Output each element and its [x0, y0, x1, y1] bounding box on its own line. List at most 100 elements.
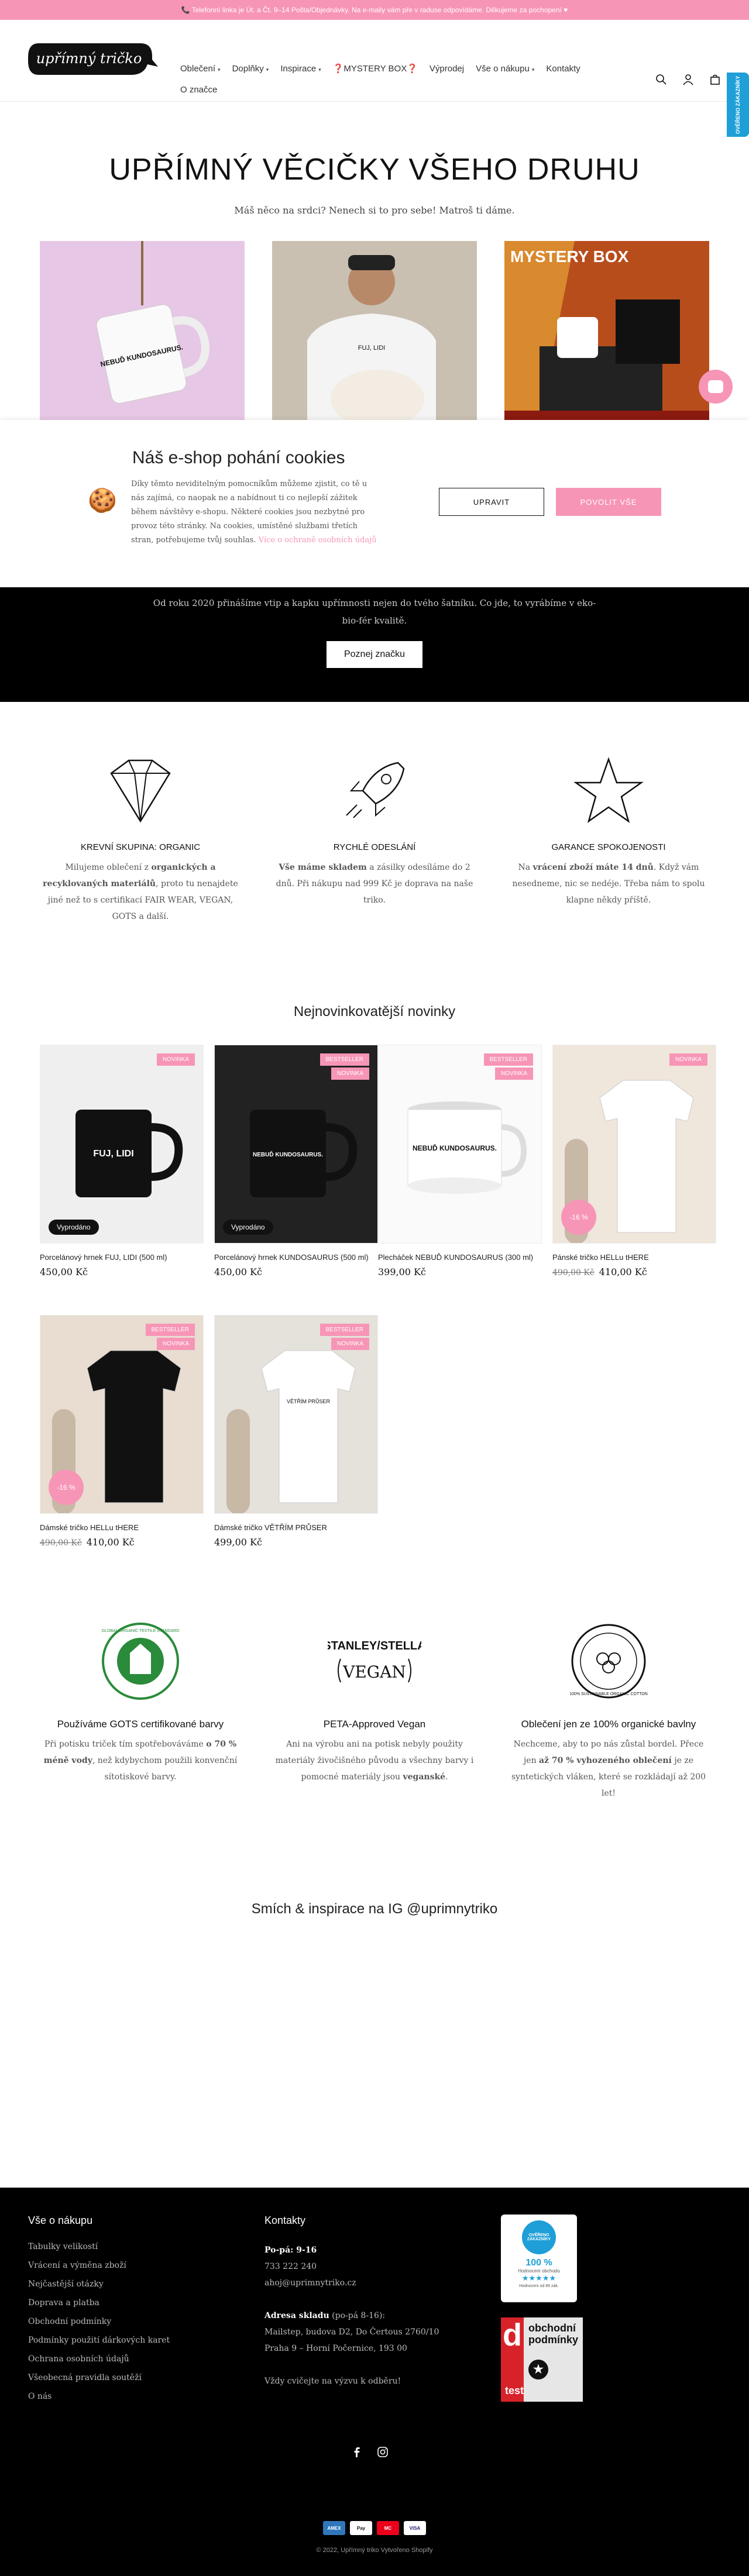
hero-image-mug[interactable]: NEBUĎ KUNDOSAURUS. — [40, 241, 245, 420]
footer-link[interactable]: Tabulky velikostí — [28, 2242, 170, 2251]
payment-icon: MC — [377, 2521, 399, 2535]
social-links — [351, 2446, 389, 2460]
feature-guarantee: GARANCE SPOKOJENOSTI Na vrácení zboží má… — [509, 750, 708, 908]
product-tag: NOVINKA — [156, 1053, 195, 1066]
footer-link[interactable]: Podmínky použití dárkových karet — [28, 2336, 170, 2345]
nav-item-oble-en-[interactable]: Oblečení ▾ — [180, 64, 221, 74]
old-price: 490,00 Kč — [552, 1268, 595, 1277]
product-image[interactable]: FUJ, LIDI NOVINKA Vyprodáno — [40, 1045, 204, 1244]
product-title[interactable]: Dámské tričko HELLu tHERE — [40, 1523, 204, 1532]
product-card[interactable]: BESTSELLER NOVINKA -16 % Dámské tričko HELL… — [40, 1315, 204, 1548]
nav-item-label: Kontakty — [546, 63, 580, 74]
account-icon[interactable] — [682, 74, 694, 88]
logo-text: upřímný tričko — [36, 50, 142, 67]
cart-icon[interactable] — [709, 74, 721, 88]
discount-badge: -16 % — [49, 1470, 84, 1505]
product-title[interactable]: Porcelánový hrnek FUJ, LIDI (500 ml) — [40, 1253, 204, 1262]
svg-text:100% SUSTAINABLE ORGANIC COTTO: 100% SUSTAINABLE ORGANIC COTTON — [569, 1692, 648, 1696]
cert-organic-cotton: 100% SUSTAINABLE ORGANIC COTTON Oblečení… — [509, 1620, 708, 1802]
feature-text: Milujeme oblečení z organických a recykl… — [43, 863, 238, 921]
email-link[interactable]: ahoj@uprimnytriko.cz — [264, 2278, 356, 2288]
chat-button[interactable] — [699, 370, 733, 404]
product-title[interactable]: Porcelánový hrnek KUNDOSAURUS (500 ml) — [214, 1253, 378, 1262]
verified-reviews-widget[interactable]: OVĚŘENO ZÁKAZNÍKY 100 % Hodnocení obchod… — [501, 2215, 577, 2302]
current-price: 450,00 Kč — [214, 1266, 262, 1277]
product-image[interactable]: NEBUĎ KUNDOSAURUS. BESTSELLER NOVINKA Vypro… — [214, 1045, 378, 1244]
footer-link[interactable]: O nás — [28, 2392, 170, 2401]
verified-sub: Hodnocení obchodu — [518, 2268, 560, 2274]
current-price: 410,00 Kč — [86, 1537, 135, 1548]
product-image[interactable]: NOVINKA -16 % — [552, 1045, 716, 1244]
dtest-star: ★ — [528, 2360, 548, 2379]
brand-button[interactable]: Poznej značku — [326, 641, 423, 668]
payment-icon: AMEX — [323, 2521, 345, 2535]
nav-item-v-prodej[interactable]: Výprodej — [430, 64, 464, 74]
nav-item-v-e-o-n-kupu[interactable]: Vše o nákupu ▾ — [476, 64, 534, 74]
search-icon[interactable] — [655, 74, 667, 88]
site-header: upřímný tričko Oblečení ▾ Doplňky ▾ Inspirac… — [0, 20, 749, 102]
logo[interactable]: upřímný tričko — [28, 36, 159, 83]
chat-icon — [708, 380, 723, 393]
product-tag: BESTSELLER — [319, 1324, 369, 1336]
product-image[interactable]: VĚTŘÍM PRŮSER BESTSELLER NOVINKA — [214, 1315, 378, 1514]
announcement-text: 📞 Telefonní linka je Út. a Čt. 9–14 Pošt… — [181, 6, 568, 14]
cookie-more-link[interactable]: Více o ochraně osobních údajů — [259, 536, 377, 545]
svg-text:VEGAN: VEGAN — [342, 1662, 406, 1682]
product-title[interactable]: Pánské tričko HELLu tHERE — [552, 1253, 716, 1262]
footer-link[interactable]: Nejčastější otázky — [28, 2279, 170, 2289]
dtest-badge[interactable]: d test obchodní podmínky ★ — [501, 2317, 583, 2402]
footer-link[interactable]: Obchodní podmínky — [28, 2317, 170, 2326]
cert-title: Používáme GOTS certifikované barvy — [57, 1719, 224, 1730]
payment-icon: VISA — [404, 2521, 426, 2535]
feature-text: Na vrácení zboží máte 14 dnů. Když vám n… — [512, 863, 705, 905]
product-title[interactable]: Plecháček NEBUĎ KUNDOSAURUS (300 ml) — [378, 1253, 542, 1262]
payment-icons: AMEX Pay MC VISA — [0, 2521, 749, 2535]
hero-image-mystery-box[interactable]: MYSTERY BOX — [504, 241, 709, 420]
cookie-settings-button[interactable]: UPRAVIT — [439, 488, 544, 516]
product-price: 490,00 Kč 410,00 Kč — [552, 1266, 716, 1277]
product-price: 450,00 Kč — [40, 1266, 204, 1277]
footer-link[interactable]: Doprava a platba — [28, 2298, 170, 2308]
product-price: 490,00 Kč 410,00 Kč — [40, 1537, 204, 1548]
hero-subtitle: Máš něco na srdci? Nenech si to pro sebe… — [234, 205, 515, 216]
main-nav: Oblečení ▾ Doplňky ▾ Inspirace ▾ ❓MYSTERY BOX❓… — [180, 61, 637, 97]
current-price: 410,00 Kč — [599, 1266, 647, 1277]
nav-item--mystery-box-[interactable]: ❓MYSTERY BOX❓ — [333, 63, 418, 74]
payment-icon: Pay — [350, 2521, 372, 2535]
hero-image-shirt[interactable]: FUJ, LIDI — [272, 241, 477, 420]
product-image[interactable]: BESTSELLER NOVINKA -16 % — [40, 1315, 204, 1514]
feature-text: Vše máme skladem a zásilky odesíláme do … — [276, 863, 473, 905]
hours: Po-pá: 9-16 — [264, 2246, 317, 2255]
nav-item-kontakty[interactable]: Kontakty — [546, 64, 580, 74]
product-tag: BESTSELLER — [319, 1053, 369, 1066]
product-image[interactable]: NEBUĎ KUNDOSAURUS. BESTSELLER NOVINKA — [378, 1045, 542, 1244]
footer-link[interactable]: Všeobecná pravidla soutěží — [28, 2373, 170, 2382]
newest-title: Nejnovinkovatější novinky — [293, 1004, 456, 1020]
warehouse-address-1: Mailstep, budova D2, Do Čertous 2760/10 — [264, 2327, 439, 2337]
verified-badge[interactable]: OVĚŘENO ZÁKAZNÍKY — [727, 73, 749, 137]
footer-note: Vždy cvičejte na výzvu k odběru! — [264, 2377, 401, 2386]
product-card[interactable]: VĚTŘÍM PRŮSER BESTSELLER NOVINKA Dámské tri… — [214, 1315, 378, 1548]
footer-link[interactable]: Vrácení a výměna zboží — [28, 2261, 170, 2270]
hero-shirt-print: FUJ, LIDI — [358, 345, 385, 352]
nav-item-o-zna-ce[interactable]: O značce — [180, 85, 217, 95]
product-card[interactable]: FUJ, LIDI NOVINKA Vyprodáno Porcelánový hrn… — [40, 1045, 204, 1277]
footer-link[interactable]: Ochrana osobních údajů — [28, 2354, 170, 2364]
nav-item-label: ❓MYSTERY BOX❓ — [332, 64, 418, 74]
footer-contact-col: Kontakty Po-pá: 9-16 733 222 240 ahoj@up… — [264, 2215, 487, 2389]
instagram-icon[interactable] — [377, 2446, 389, 2460]
cookie-accept-button[interactable]: POVOLIT VŠE — [556, 488, 661, 516]
header-icons — [655, 74, 721, 88]
svg-text:NEBUĎ KUNDOSAURUS.: NEBUĎ KUNDOSAURUS. — [253, 1151, 323, 1158]
cookie-banner: 🍪 Náš e-shop pohání cookies Díky těmto n… — [0, 420, 749, 587]
sold-out-badge: Vyprodáno — [49, 1220, 99, 1235]
nav-item-inspirace[interactable]: Inspirace ▾ — [280, 64, 321, 74]
product-card[interactable]: NOVINKA -16 % Pánské tričko HELLu tHERE 490… — [552, 1045, 716, 1277]
product-title[interactable]: Dámské tričko VĚTŘÍM PRŮSER — [214, 1523, 378, 1532]
star-icon — [573, 757, 644, 824]
phone[interactable]: 733 222 240 — [264, 2262, 317, 2271]
facebook-icon[interactable] — [351, 2446, 363, 2460]
nav-item-dopl-ky[interactable]: Doplňky ▾ — [232, 64, 269, 74]
product-card[interactable]: NEBUĎ KUNDOSAURUS. BESTSELLER NOVINKA Vypro… — [214, 1045, 378, 1277]
product-card[interactable]: NEBUĎ KUNDOSAURUS. BESTSELLER NOVINKA Plech… — [378, 1045, 542, 1277]
